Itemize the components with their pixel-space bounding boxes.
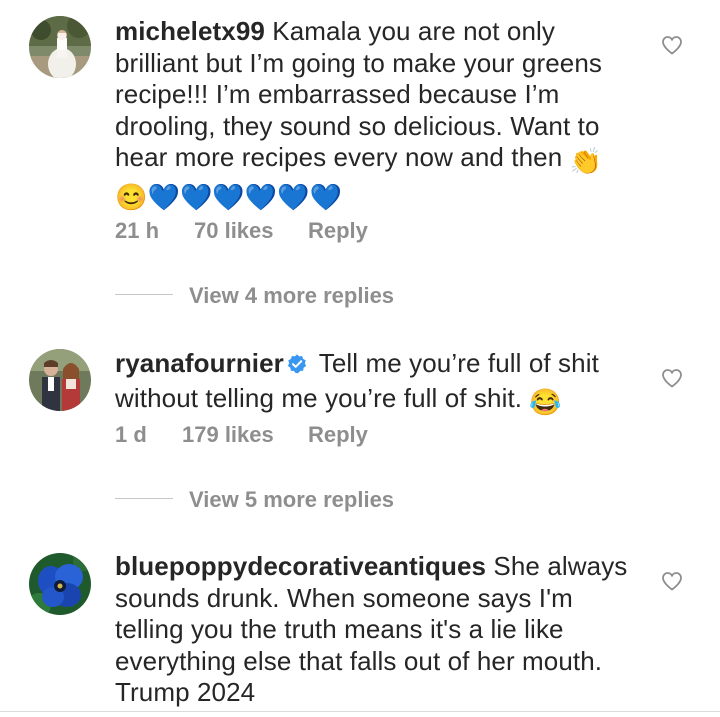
- username[interactable]: bluepoppydecorativeantiques: [115, 551, 486, 581]
- comment-bluepoppydecorativeantiques: bluepoppydecorativeantiques She always s…: [0, 0, 720, 717]
- comment-text-line: She always: [486, 551, 628, 581]
- comment-text-line: sounds drunk. When someone says I'm: [115, 582, 573, 613]
- comment-text-line: everything else that falls out of her mo…: [115, 645, 603, 676]
- blue-poppy-flower-avatar-icon: [29, 553, 91, 615]
- comment-text-line: Trump 2024: [115, 677, 256, 707]
- avatar[interactable]: [29, 553, 91, 615]
- bottom-divider: [0, 711, 720, 712]
- comment-text-line: telling you the truth means it's a lie l…: [115, 614, 564, 644]
- comment-body: bluepoppydecorativeantiques She always s…: [115, 551, 640, 709]
- like-heart-icon[interactable]: [660, 569, 684, 593]
